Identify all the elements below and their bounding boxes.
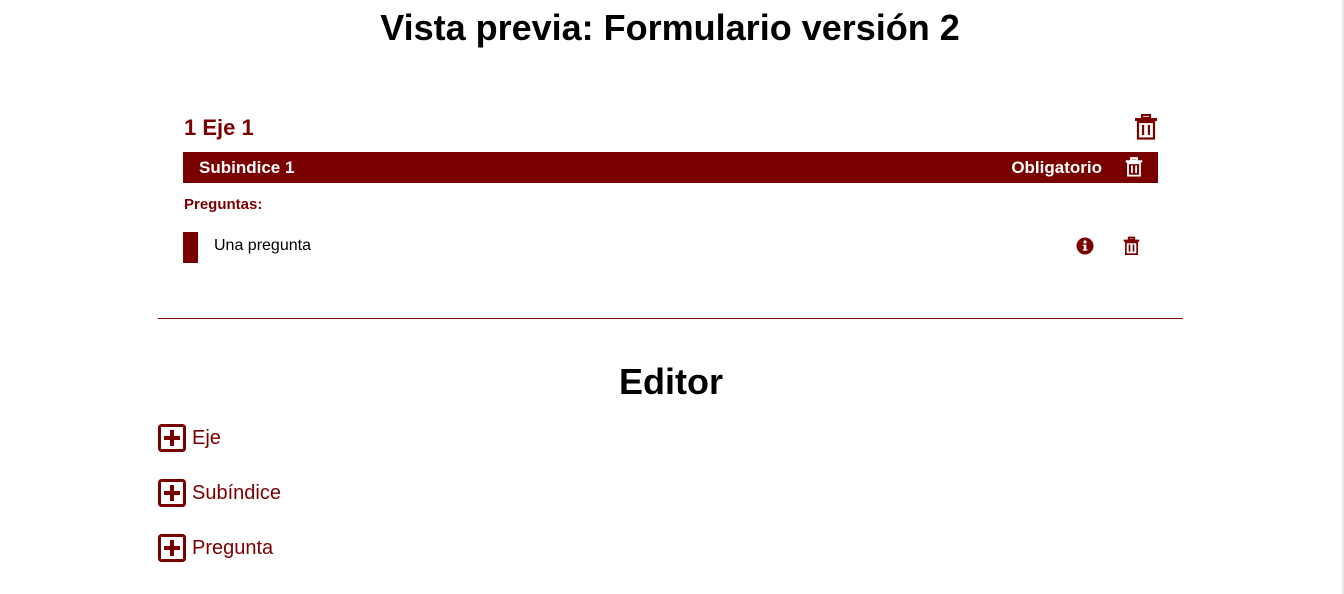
section-divider [158, 318, 1183, 319]
trash-icon [1135, 113, 1157, 140]
plus-square-icon [158, 534, 186, 562]
info-circle-icon [1076, 237, 1094, 255]
trash-icon [1123, 236, 1140, 255]
add-eje-button[interactable]: Eje [158, 423, 221, 453]
question-marker [183, 232, 198, 263]
add-subindice-button[interactable]: Subíndice [158, 478, 281, 508]
subindice-title: Subindice 1 [199, 158, 295, 177]
question-row[interactable]: Una pregunta [183, 232, 1158, 263]
page-title: Vista previa: Formulario versión 2 [380, 7, 960, 48]
subindice-bar[interactable]: Subindice 1 Obligatorio [183, 152, 1158, 183]
delete-subindice-button[interactable] [1125, 157, 1143, 177]
editor-title: Editor [619, 361, 723, 402]
question-text: Una pregunta [214, 237, 311, 254]
add-pregunta-label: Pregunta [192, 536, 274, 559]
eje-header: 1 Eje 1 [183, 110, 1158, 146]
eje-title: 1 Eje 1 [184, 115, 254, 140]
plus-square-icon [158, 424, 186, 452]
delete-eje-button[interactable] [1134, 113, 1158, 140]
questions-label: Preguntas: [184, 196, 263, 213]
plus-square-icon [158, 479, 186, 507]
add-eje-label: Eje [192, 426, 221, 449]
trash-icon [1125, 157, 1143, 177]
question-info-button[interactable] [1076, 237, 1094, 255]
delete-question-button[interactable] [1123, 236, 1140, 256]
form-preview: 1 Eje 1 Subindice 1 Obligatorio Pregunta… [183, 110, 1158, 263]
add-pregunta-button[interactable]: Pregunta [158, 533, 273, 563]
add-subindice-label: Subíndice [192, 481, 281, 504]
required-badge: Obligatorio [1011, 158, 1102, 177]
page: Vista previa: Formulario versión 2 1 Eje… [0, 0, 1344, 594]
